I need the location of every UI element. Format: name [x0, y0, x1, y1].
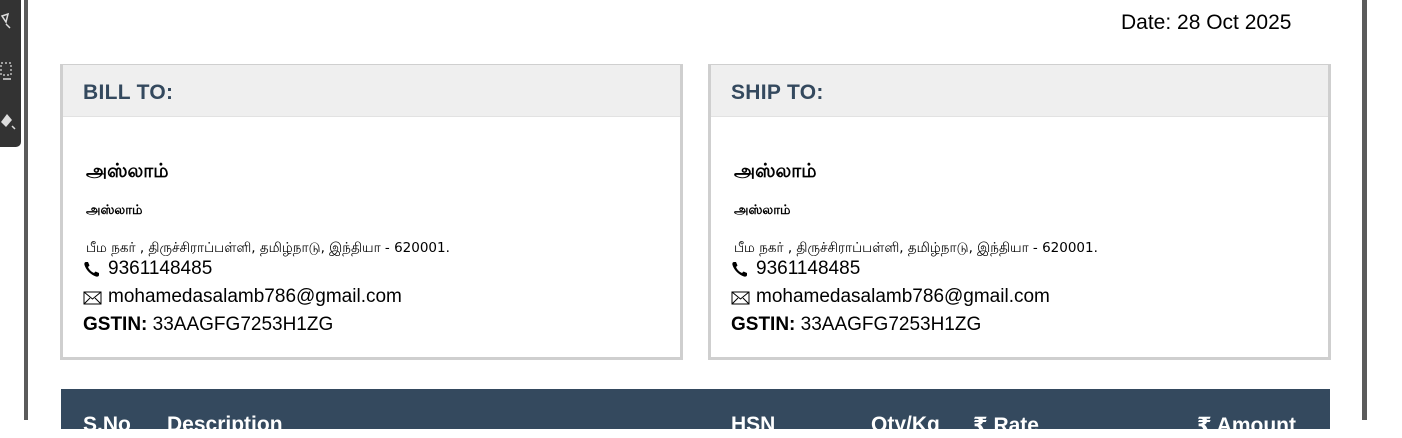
paint-icon[interactable]: [0, 110, 18, 132]
col-hsn: HSN: [731, 413, 776, 436]
bill-to-gstin-value: 33AAGFG7253H1ZG: [152, 314, 334, 335]
ship-to-phone-row: 9361148485: [731, 258, 860, 280]
ship-to-email: mohamedasalamb786@gmail.com: [756, 286, 1050, 307]
bill-to-phone-row: 9361148485: [83, 258, 212, 280]
ship-to-gstin: GSTIN: 33AAGFG7253H1ZG: [731, 314, 981, 336]
ship-to-gstin-label: GSTIN:: [731, 314, 796, 335]
envelope-icon: [83, 288, 103, 306]
ship-to-email-row: mohamedasalamb786@gmail.com: [731, 286, 1050, 308]
edit-icon[interactable]: [0, 12, 18, 34]
col-rate: ₹ Rate: [973, 414, 1039, 437]
page-border-left: [24, 0, 28, 420]
col-qty: Qty/Kg: [871, 413, 940, 436]
phone-icon: [731, 260, 751, 278]
envelope-icon: [731, 288, 751, 306]
bill-to-phone: 9361148485: [108, 258, 213, 279]
ship-to-phone: 9361148485: [756, 258, 861, 279]
bill-to-heading: BILL TO:: [83, 81, 174, 104]
bill-to-header: BILL TO:: [63, 65, 680, 117]
bill-to-gstin-label: GSTIN:: [83, 314, 148, 335]
ship-to-header: SHIP TO:: [711, 65, 1328, 117]
side-toolbar: [0, 0, 21, 147]
select-icon[interactable]: [0, 60, 18, 82]
ship-to-card: SHIP TO: அஸ்லாம் அஸ்லாம் பீம நகர் , திரு…: [708, 64, 1331, 360]
bill-to-email: mohamedasalamb786@gmail.com: [108, 286, 402, 307]
ship-to-subname: அஸ்லாம்: [734, 203, 791, 218]
col-amount: ₹ Amount: [1197, 414, 1296, 437]
col-description: Description: [167, 413, 283, 436]
bill-to-address: பீம நகர் , திருச்சிராப்பள்ளி, தமிழ்நாடு,…: [86, 240, 450, 256]
ship-to-heading: SHIP TO:: [731, 81, 824, 104]
ship-to-name: அஸ்லாம்: [734, 160, 817, 182]
phone-icon: [83, 260, 103, 278]
invoice-date: Date: 28 Oct 2025: [1121, 11, 1292, 34]
bill-to-email-row: mohamedasalamb786@gmail.com: [83, 286, 402, 308]
ship-to-gstin-value: 33AAGFG7253H1ZG: [800, 314, 982, 335]
items-table-header: S.No Description HSN Qty/Kg ₹ Rate ₹ Amo…: [61, 389, 1330, 437]
ship-to-address: பீம நகர் , திருச்சிராப்பள்ளி, தமிழ்நாடு,…: [734, 240, 1098, 256]
bill-to-name: அஸ்லாம்: [86, 160, 169, 182]
bill-to-gstin: GSTIN: 33AAGFG7253H1ZG: [83, 314, 333, 336]
col-sno: S.No: [83, 413, 131, 436]
bill-to-subname: அஸ்லாம்: [86, 203, 143, 218]
bill-to-card: BILL TO: அஸ்லாம் அஸ்லாம் பீம நகர் , திரு…: [60, 64, 683, 360]
page-border-right: [1362, 0, 1367, 420]
